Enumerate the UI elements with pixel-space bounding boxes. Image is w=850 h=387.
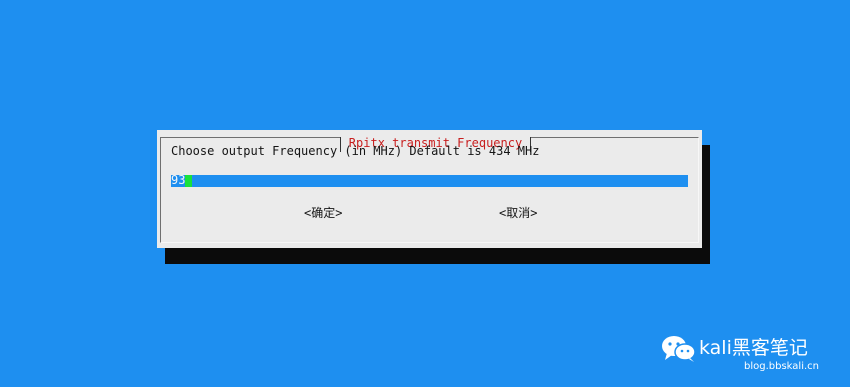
cancel-button[interactable]: <取消> — [499, 206, 537, 221]
dialog-prompt: Choose output Frequency (in MHz) Default… — [171, 144, 540, 158]
input-dialog: Rpitx transmit Frequency Choose output F… — [157, 130, 702, 248]
text-cursor — [185, 175, 192, 187]
frequency-input[interactable]: 93 — [171, 173, 688, 187]
watermark: kali黑客笔记 blog.bbskali.cn — [659, 333, 849, 383]
wechat-icon — [662, 336, 696, 362]
watermark-url: blog.bbskali.cn — [744, 361, 819, 372]
frequency-input-value: 93 — [171, 173, 186, 187]
watermark-brand: kali黑客笔记 — [699, 337, 808, 359]
ok-button[interactable]: <确定> — [304, 206, 342, 221]
